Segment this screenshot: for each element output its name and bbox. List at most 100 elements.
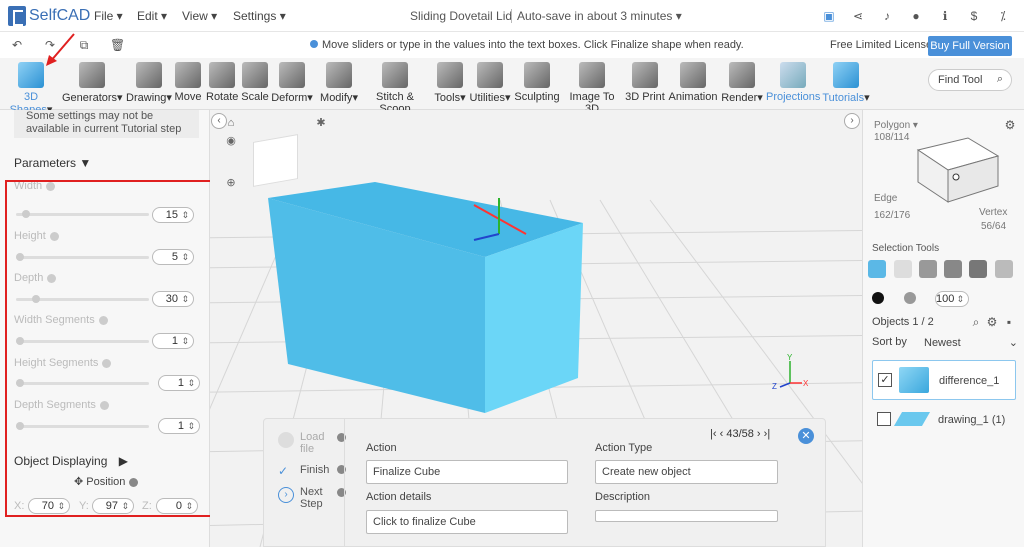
find-tool-input[interactable]: Find Tool ⌕ — [928, 69, 1012, 91]
action-label: Action — [366, 442, 397, 454]
dollar-icon[interactable]: $ — [967, 9, 981, 23]
render-icon — [729, 62, 755, 88]
tool-rotate[interactable]: Rotate — [206, 62, 238, 103]
stitch-scoop-icon — [382, 62, 408, 88]
object-checkbox[interactable] — [877, 412, 891, 426]
object-name: difference_1 — [939, 375, 1000, 387]
search-icon[interactable]: ⌕ — [969, 315, 983, 329]
color-swatch[interactable] — [872, 292, 884, 304]
tool-move[interactable]: Move — [174, 62, 202, 103]
tool-drawing[interactable]: Drawing▾ — [126, 62, 172, 104]
tool-3d-shapes[interactable]: 3D Shapes▾ — [2, 62, 60, 116]
light-icon[interactable]: ✱ — [314, 116, 328, 130]
select-face-icon[interactable] — [894, 260, 912, 278]
check-icon: ✓ — [278, 464, 289, 478]
step-finish[interactable]: Finish — [300, 464, 329, 476]
tool-scale[interactable]: Scale — [241, 62, 269, 103]
document-title[interactable]: Sliding Dovetail Lid — [410, 9, 512, 23]
save-icon[interactable]: ▣ — [822, 9, 836, 23]
step-load-file[interactable]: Load file — [300, 431, 330, 455]
percent-icon[interactable]: ⁒ — [996, 9, 1010, 23]
opacity-input[interactable]: 100 — [935, 291, 969, 307]
prev-step-icon[interactable]: ‹ — [720, 428, 724, 440]
menu-edit[interactable]: Edit ▾ — [137, 9, 167, 23]
axis-gizmo: Y X Z — [772, 353, 809, 391]
vertex-label[interactable]: Vertex — [979, 207, 1007, 218]
generators-icon — [79, 62, 105, 88]
object-checkbox[interactable]: ✓ — [878, 373, 892, 387]
view-cube[interactable] — [253, 134, 298, 187]
sort-select[interactable]: Newest ⌄ — [924, 336, 1018, 349]
object-item[interactable]: ✓ difference_1 — [872, 360, 1016, 400]
tool-tools[interactable]: Tools▾ — [432, 62, 468, 104]
logo-icon — [8, 6, 26, 26]
autosave-status[interactable]: Auto-save in about 3 minutes ▾ — [511, 9, 682, 23]
rotate-icon — [209, 62, 235, 88]
settings-icon[interactable]: ▪ — [1002, 315, 1016, 329]
trash-icon[interactable]: 🗑 — [110, 38, 125, 52]
select-edge-icon[interactable] — [919, 260, 937, 278]
move-icon — [175, 62, 201, 88]
chevron-down-icon: ⌄ — [1008, 337, 1018, 349]
select-vertex-icon[interactable] — [944, 260, 962, 278]
close-icon[interactable]: ✕ — [798, 428, 814, 444]
object-item[interactable]: drawing_1 (1) — [872, 400, 1016, 440]
secondary-bar: ↶ ↷ ⧉ 🗑 Move sliders or type in the valu… — [0, 33, 1024, 58]
tool-3d-print[interactable]: 3D Print — [624, 62, 666, 103]
objects-count: Objects 1 / 2 — [872, 316, 934, 328]
tutorials-icon — [833, 62, 859, 88]
tool-deform[interactable]: Deform▾ — [271, 62, 313, 104]
share-icon[interactable]: ⋖ — [851, 9, 865, 23]
next-step-icon[interactable]: › — [757, 428, 761, 440]
step-counter: 43/58 — [726, 428, 754, 440]
tool-utilities[interactable]: Utilities▾ — [469, 62, 511, 104]
tool-sculpting[interactable]: Sculpting — [514, 62, 560, 103]
step-next[interactable]: Next Step — [300, 486, 330, 510]
tool-image-to-3d[interactable]: Image To 3D — [562, 62, 622, 115]
next-icon: › — [278, 487, 294, 503]
globe-icon[interactable]: ⊕ — [224, 176, 238, 190]
tool-render[interactable]: Render▾ — [720, 62, 764, 104]
step-navigation: |‹ ‹ 43/58 › ›| — [710, 428, 770, 440]
bell-icon[interactable]: ♪ — [880, 9, 894, 23]
first-step-icon[interactable]: |‹ — [710, 428, 717, 440]
help-icon[interactable]: ℹ — [938, 9, 952, 23]
collapse-right-icon[interactable]: › — [844, 113, 860, 129]
logo-text: SelfCAD — [29, 7, 91, 24]
object-name: drawing_1 (1) — [938, 414, 1006, 426]
action-details-field[interactable]: Click to finalize Cube — [366, 510, 568, 534]
polygon-count: 108/114 — [874, 132, 910, 143]
tool-animation[interactable]: Animation — [668, 62, 718, 103]
svg-text:Z: Z — [772, 382, 777, 391]
user-icon[interactable]: ● — [909, 9, 923, 23]
undo-icon[interactable]: ↶ — [10, 38, 24, 52]
gear-icon[interactable]: ⚙ — [985, 315, 999, 329]
camera-icon[interactable]: ◉ — [224, 134, 238, 148]
tool-stitch-scoop[interactable]: Stitch & Scoop — [361, 62, 429, 115]
edge-label[interactable]: Edge — [874, 193, 897, 204]
menu-view[interactable]: View ▾ — [182, 9, 217, 23]
action-field[interactable]: Finalize Cube — [366, 460, 568, 484]
parameters-title[interactable]: Parameters ▼ — [14, 156, 91, 170]
last-step-icon[interactable]: ›| — [764, 428, 771, 440]
description-field[interactable] — [595, 510, 778, 522]
tool-projections[interactable]: Projections — [766, 62, 820, 103]
menu-file[interactable]: File ▾ — [94, 9, 123, 23]
buy-full-version-button[interactable]: Buy Full Version — [928, 36, 1012, 56]
tool-tutorials[interactable]: Tutorials▾ — [822, 62, 870, 104]
top-bar: SelfCAD File ▾ Edit ▾ View ▾ Settings ▾ … — [0, 0, 1024, 32]
select-solid-icon[interactable] — [969, 260, 987, 278]
selection-mode-cube[interactable] — [908, 130, 1008, 210]
hint-text: Move sliders or type in the values into … — [310, 39, 744, 51]
deform-icon — [279, 62, 305, 88]
modify-icon — [326, 62, 352, 88]
menu-settings[interactable]: Settings ▾ — [233, 9, 286, 23]
selfcad-logo[interactable]: SelfCAD — [8, 6, 90, 26]
select-multi-icon[interactable] — [995, 260, 1013, 278]
chevron-down-icon: ▼ — [79, 156, 92, 170]
tool-modify[interactable]: Modify▾ — [318, 62, 360, 104]
action-type-field[interactable]: Create new object — [595, 460, 778, 484]
select-object-icon[interactable] — [868, 260, 886, 278]
collapse-left-icon[interactable]: ‹ — [211, 113, 227, 129]
texture-icon[interactable] — [904, 292, 916, 304]
